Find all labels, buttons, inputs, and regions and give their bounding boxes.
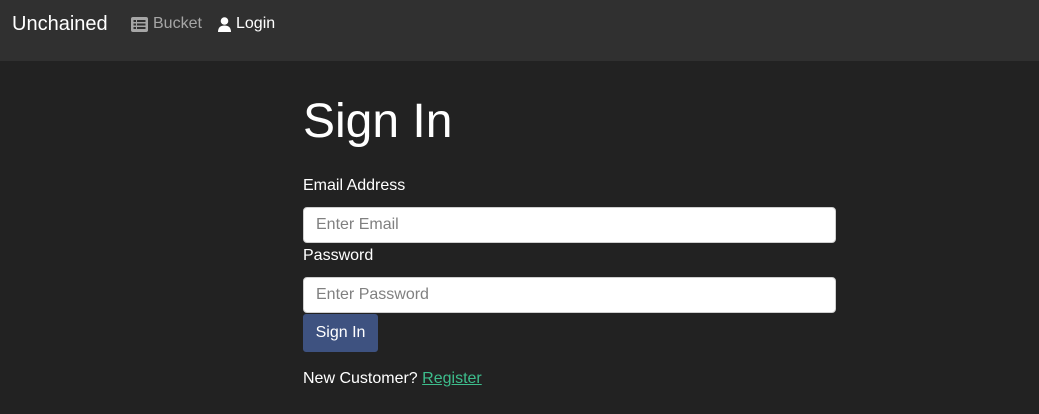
register-prompt: New Customer? xyxy=(303,370,418,387)
page-title: Sign In xyxy=(303,95,453,148)
password-field[interactable] xyxy=(303,277,836,313)
brand-link[interactable]: Unchained xyxy=(12,12,108,36)
nav-link-login-label: Login xyxy=(236,15,276,32)
password-label: Password xyxy=(303,247,374,264)
nav-link-bucket-label: Bucket xyxy=(153,15,202,32)
user-icon xyxy=(218,16,231,32)
register-link[interactable]: Register xyxy=(422,370,482,387)
email-label: Email Address xyxy=(303,177,406,194)
nav-link-bucket[interactable]: Bucket xyxy=(131,14,202,34)
nav-link-login[interactable]: Login xyxy=(218,14,275,34)
register-row: New Customer? Register xyxy=(303,369,482,389)
list-icon xyxy=(131,16,148,32)
email-field[interactable] xyxy=(303,207,836,243)
sign-in-button[interactable]: Sign In xyxy=(303,314,378,352)
top-navbar: Unchained Bucket Login xyxy=(0,0,1039,61)
